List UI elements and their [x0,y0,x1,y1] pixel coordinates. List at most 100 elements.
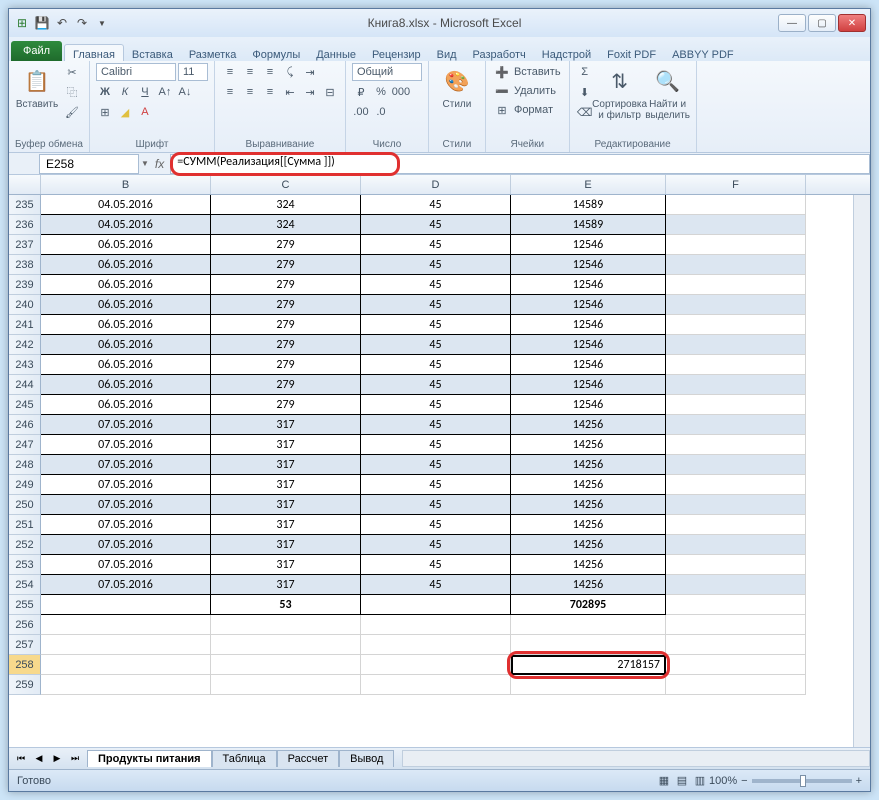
cell[interactable]: 12546 [511,235,666,255]
format-cells-button[interactable]: ⊞Формат [492,101,555,119]
zoom-out-icon[interactable]: − [741,775,747,787]
cell[interactable]: 14256 [511,455,666,475]
italic-button[interactable]: К [116,83,134,101]
cell[interactable]: 06.05.2016 [41,315,211,335]
currency-icon[interactable]: ₽ [352,83,370,101]
cell[interactable]: 07.05.2016 [41,435,211,455]
row-header[interactable]: 245 [9,395,41,415]
font-color-icon[interactable]: A [136,103,154,121]
cell[interactable] [511,615,666,635]
cell[interactable] [666,495,806,515]
cell[interactable] [41,655,211,675]
row-header[interactable]: 248 [9,455,41,475]
name-box-dropdown-icon[interactable]: ▼ [141,159,149,168]
cell[interactable]: 06.05.2016 [41,255,211,275]
close-button[interactable]: ✕ [838,14,866,32]
cell[interactable]: 06.05.2016 [41,395,211,415]
row-header[interactable]: 254 [9,575,41,595]
cell[interactable] [666,535,806,555]
cell[interactable]: 06.05.2016 [41,375,211,395]
zoom-slider[interactable] [752,779,852,783]
cell[interactable] [361,615,511,635]
cell[interactable] [666,675,806,695]
row-header[interactable]: 257 [9,635,41,655]
cell[interactable]: 317 [211,535,361,555]
select-all-corner[interactable] [9,175,41,194]
cell[interactable] [361,675,511,695]
border-icon[interactable]: ⊞ [96,103,114,121]
formula-input[interactable]: =СУММ(Реализация[[Сумма ]]) [170,154,870,174]
cell[interactable]: 279 [211,235,361,255]
sort-filter-button[interactable]: ⇅ Сортировка и фильтр [598,63,642,123]
cell[interactable]: 12546 [511,355,666,375]
cell[interactable] [41,615,211,635]
fx-icon[interactable]: fx [155,157,164,171]
wrap-text-icon[interactable]: ⇥ [301,63,319,81]
cell[interactable]: 14256 [511,515,666,535]
cell[interactable]: 07.05.2016 [41,455,211,475]
horizontal-scrollbar[interactable] [402,750,870,767]
minimize-button[interactable]: — [778,14,806,32]
first-sheet-icon[interactable]: ⏮ [13,751,29,767]
cell[interactable]: 45 [361,395,511,415]
name-box[interactable]: E258 [39,154,139,174]
align-middle-icon[interactable]: ≡ [241,63,259,81]
cell[interactable] [666,395,806,415]
cell[interactable] [361,635,511,655]
cell[interactable] [666,555,806,575]
cell[interactable] [666,615,806,635]
row-header[interactable]: 258 [9,655,41,675]
page-layout-icon[interactable]: ▤ [673,772,691,790]
percent-icon[interactable]: % [372,83,390,101]
row-header[interactable]: 255 [9,595,41,615]
zoom-level[interactable]: 100% [709,775,737,787]
cell[interactable]: 07.05.2016 [41,535,211,555]
cell[interactable]: 317 [211,455,361,475]
row-header[interactable]: 259 [9,675,41,695]
sheet-tab[interactable]: Вывод [339,750,394,767]
cell[interactable]: 12546 [511,375,666,395]
cell[interactable] [666,315,806,335]
cell[interactable]: 07.05.2016 [41,495,211,515]
cell[interactable]: 06.05.2016 [41,355,211,375]
cell[interactable] [211,655,361,675]
cell[interactable]: 324 [211,215,361,235]
cell[interactable]: 279 [211,275,361,295]
cell[interactable]: 45 [361,535,511,555]
cell[interactable] [666,335,806,355]
autosum-icon[interactable]: Σ [576,63,594,81]
row-header[interactable]: 252 [9,535,41,555]
cell[interactable]: 45 [361,275,511,295]
cell[interactable]: 14256 [511,535,666,555]
merge-icon[interactable]: ⊟ [321,83,339,101]
cell[interactable]: 279 [211,355,361,375]
cell[interactable]: 14256 [511,475,666,495]
cell[interactable] [666,195,806,215]
align-right-icon[interactable]: ≡ [261,83,279,101]
cell[interactable] [41,595,211,615]
sheet-tab[interactable]: Рассчет [277,750,340,767]
cell[interactable]: 279 [211,395,361,415]
cell[interactable]: 14589 [511,215,666,235]
cell[interactable]: 45 [361,195,511,215]
maximize-button[interactable]: ▢ [808,14,836,32]
cell[interactable]: 14256 [511,415,666,435]
fill-color-icon[interactable]: ◢ [116,103,134,121]
cell[interactable]: 45 [361,295,511,315]
cell[interactable]: 14256 [511,495,666,515]
align-center-icon[interactable]: ≡ [241,83,259,101]
selected-cell[interactable]: 2718157 [511,655,666,675]
cell[interactable]: 45 [361,575,511,595]
row-header[interactable]: 239 [9,275,41,295]
column-header-D[interactable]: D [361,175,511,194]
cell[interactable]: 317 [211,575,361,595]
cell[interactable] [666,295,806,315]
cell[interactable]: 45 [361,455,511,475]
decrease-indent-icon[interactable]: ⇤ [281,83,299,101]
undo-icon[interactable]: ↶ [53,14,71,32]
cell[interactable]: 12546 [511,255,666,275]
row-header[interactable]: 236 [9,215,41,235]
cell[interactable] [361,655,511,675]
cell[interactable]: 317 [211,555,361,575]
cell[interactable]: 14256 [511,435,666,455]
